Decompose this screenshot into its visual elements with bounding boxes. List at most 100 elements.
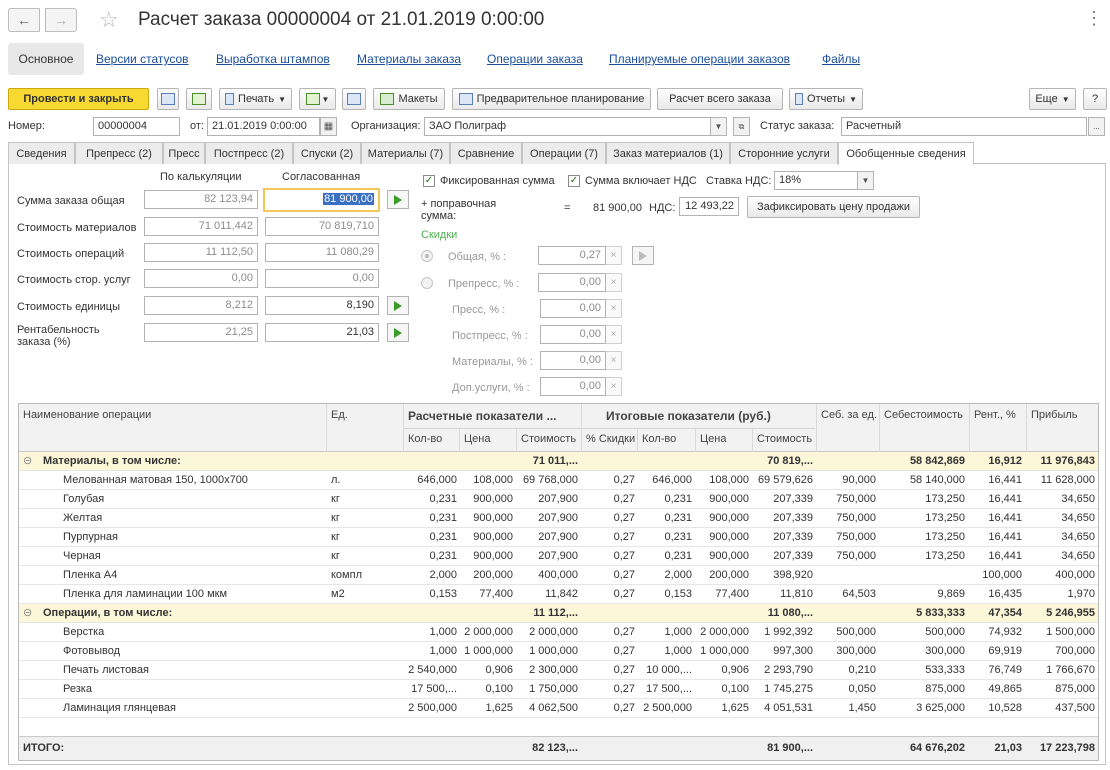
collapse-icon[interactable]: ⊝ — [23, 606, 32, 619]
table-row[interactable]: Резка 17 500,... 0,100 1 750,000 0,27 17 500,… — [19, 680, 1098, 699]
back-button[interactable]: ← — [8, 8, 40, 32]
section-planned-operations[interactable]: Планируемые операции заказов — [609, 52, 790, 66]
row-cost: 58 842,869 — [909, 455, 965, 467]
discount-postpress-label: Постпресс, % : — [452, 330, 528, 342]
table-row[interactable]: Желтая кг 0,231 900,000 207,900 0,27 0,231 900,… — [19, 509, 1098, 528]
section-order-operations[interactable]: Операции заказа — [487, 52, 583, 66]
table-group-row[interactable]: ⊝ Материалы, в том числе: 71 011,... 70 819… — [19, 452, 1098, 471]
select-ellipsis-icon[interactable]: ... — [1088, 117, 1105, 136]
chevron-down-icon[interactable]: ▼ — [857, 171, 874, 190]
vat-rate-select[interactable]: 18% — [774, 171, 858, 190]
col-price-header: Цена — [464, 433, 491, 445]
row-price: 0,906 — [485, 664, 513, 676]
vat-included-checkbox[interactable]: ✓ — [568, 175, 580, 187]
operations-table[interactable]: Наименование операции Ед. Расчетные пока… — [18, 403, 1099, 761]
play-icon — [639, 250, 647, 261]
clear-icon: × — [606, 246, 622, 265]
reports-button[interactable]: Отчеты ▼ — [789, 88, 863, 110]
discount-prepress-radio[interactable] — [421, 277, 433, 289]
tab-press[interactable]: Пресс — [163, 142, 205, 164]
table-group-row[interactable]: ⊝ Операции, в том числе: 11 112,... 11 080,… — [19, 604, 1098, 623]
discount-general-radio[interactable] — [421, 250, 433, 262]
help-button[interactable]: ? — [1083, 88, 1107, 110]
agreed-unit-input[interactable]: 8,190 — [265, 296, 379, 315]
section-order-materials[interactable]: Материалы заказа — [357, 52, 461, 66]
apply-profitability-button[interactable] — [387, 323, 409, 342]
table-row[interactable]: Пленка для ламинации 100 мкм м2 0,153 77,40… — [19, 585, 1098, 604]
tab-postpress[interactable]: Постпресс (2) — [205, 142, 293, 164]
discount-services-label: Доп.услуги, % : — [452, 382, 530, 394]
layouts-button[interactable]: Макеты — [373, 88, 445, 110]
row-ucost: 750,000 — [836, 512, 876, 524]
tab-third-party-services[interactable]: Сторонние услуги — [730, 142, 838, 164]
row-profit: 5 246,955 — [1046, 607, 1095, 619]
more-menu-icon[interactable]: ⋮ — [1085, 8, 1104, 29]
discount-general-field: 0,27 — [538, 246, 606, 265]
total-amount: 82 123,... — [532, 742, 578, 754]
fixed-sum-checkbox[interactable]: ✓ — [423, 175, 435, 187]
discount-general-label: Общая, % : — [448, 251, 506, 263]
fix-price-button[interactable]: Зафиксировать цену продажи — [747, 196, 920, 218]
table-row[interactable]: Голубая кг 0,231 900,000 207,900 0,27 0,231 900… — [19, 490, 1098, 509]
row-disc: 0,27 — [613, 645, 635, 657]
section-main[interactable]: Основное — [8, 43, 84, 75]
more-button[interactable]: Еще ▼ — [1029, 88, 1076, 110]
tab-prepress[interactable]: Препресс (2) — [75, 142, 163, 164]
tab-bar: Сведения Препресс (2) Пресс Постпресс (2… — [8, 142, 1106, 165]
discounts-title: Скидки — [421, 229, 458, 241]
agreed-profitability-input[interactable]: 21,03 — [265, 323, 379, 342]
tab-info[interactable]: Сведения — [8, 142, 75, 164]
row-price2: 900,000 — [709, 512, 749, 524]
calc-all-button[interactable]: Расчет всего заказа — [657, 88, 783, 110]
tab-materials[interactable]: Материалы (7) — [361, 142, 450, 164]
date-field[interactable]: 21.01.2019 0:00:00 — [207, 117, 320, 136]
table-row[interactable]: Пурпурная кг 0,231 900,000 207,900 0,27 0,231 9… — [19, 528, 1098, 547]
section-status-versions[interactable]: Версии статусов — [96, 52, 189, 66]
org-field[interactable]: ЗАО Полиграф — [424, 117, 711, 136]
row-unit: кг — [331, 493, 340, 505]
row-rent: 16,435 — [988, 588, 1022, 600]
table-row[interactable]: Мелованная матовая 150, 1000x700 л. 646,00… — [19, 471, 1098, 490]
open-icon[interactable]: ⧉ — [733, 117, 750, 136]
table-row[interactable]: Пленка А4 компл 2,000 200,000 400,000 0,27 2,0… — [19, 566, 1098, 585]
section-stamps[interactable]: Выработка штампов — [216, 52, 330, 66]
favorite-star-icon[interactable]: ☆ — [99, 7, 119, 33]
print-button[interactable]: Печать ▼ — [219, 88, 292, 110]
tab-impositions[interactable]: Спуски (2) — [293, 142, 361, 164]
vat-included-label: Сумма включает НДС — [585, 175, 697, 187]
apply-unit-button[interactable] — [387, 296, 409, 315]
section-files[interactable]: Файлы — [822, 52, 860, 66]
post-button[interactable] — [186, 88, 212, 110]
save-button[interactable] — [157, 88, 179, 110]
forward-button[interactable]: → — [45, 8, 77, 32]
number-field[interactable]: 00000004 — [93, 117, 180, 136]
table-row[interactable]: Фотовывод 1,000 1 000,000 1 000,000 0,27 1,00… — [19, 642, 1098, 661]
table-row[interactable]: Ламинация глянцевая 2 500,000 1,625 4 062,5… — [19, 699, 1098, 718]
structure-button[interactable] — [342, 88, 366, 110]
tab-comparison[interactable]: Сравнение — [450, 142, 522, 164]
status-field[interactable]: Расчетный — [841, 117, 1087, 136]
row-price: 1,625 — [485, 702, 513, 714]
create-based-on-button[interactable]: ▼ — [299, 88, 336, 110]
chevron-down-icon[interactable]: ▼ — [710, 117, 727, 136]
pre-planning-button[interactable]: Предварительное планирование — [452, 88, 651, 110]
tab-summary[interactable]: Обобщенные сведения — [838, 142, 974, 165]
table-row[interactable]: Черная кг 0,231 900,000 207,900 0,27 0,231 900,… — [19, 547, 1098, 566]
post-and-close-button[interactable]: Провести и закрыть — [8, 88, 149, 110]
table-row[interactable]: Верстка 1,000 2 000,000 2 000,000 0,27 1,000 2… — [19, 623, 1098, 642]
calc-total: 82 123,94 — [144, 190, 258, 209]
calendar-icon[interactable]: ▦ — [320, 117, 337, 136]
collapse-icon[interactable]: ⊝ — [23, 454, 32, 467]
tab-operations[interactable]: Операции (7) — [522, 142, 606, 164]
col-amount2-header: Стоимость — [757, 433, 813, 445]
apply-total-button[interactable] — [387, 190, 409, 209]
tab-material-order[interactable]: Заказ материалов (1) — [606, 142, 730, 164]
clear-icon: × — [606, 377, 622, 396]
discount-services-field: 0,00 — [540, 377, 606, 396]
status-label: Статус заказа: — [760, 120, 835, 132]
row-qty2: 0,231 — [664, 531, 692, 543]
agreed-total-input[interactable]: 81 900,00 — [263, 188, 380, 212]
row-disc: 0,27 — [613, 664, 635, 676]
row-disc: 0,27 — [613, 702, 635, 714]
table-row[interactable]: Печать листовая 2 540,000 0,906 2 300,000 0,… — [19, 661, 1098, 680]
